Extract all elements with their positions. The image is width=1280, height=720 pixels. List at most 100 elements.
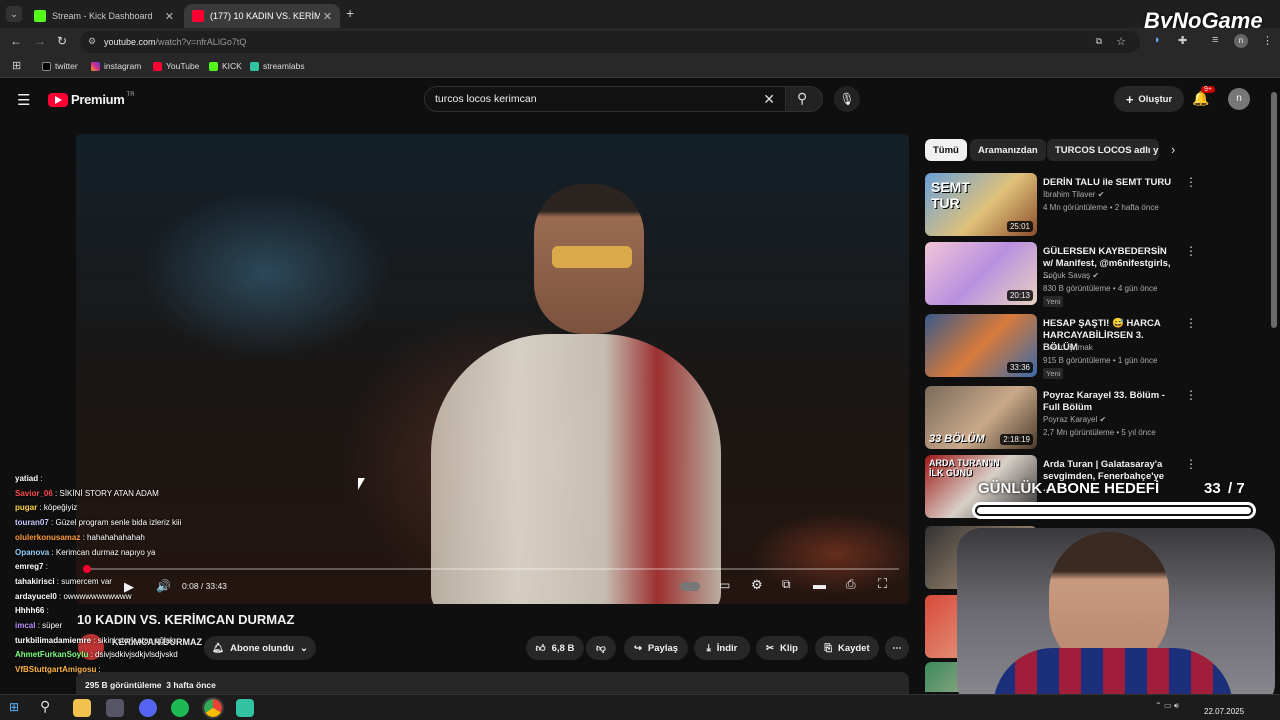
subtitles-icon[interactable]: ▭ (719, 578, 730, 592)
more-actions-button[interactable]: ⋯ (885, 636, 909, 660)
site-info-icon[interactable]: ⚙ (88, 36, 96, 47)
new-badge: Yeni (1043, 368, 1064, 379)
chrome-icon[interactable] (202, 697, 224, 719)
back-icon[interactable]: ← (10, 34, 22, 48)
player-progress-track[interactable] (86, 568, 899, 570)
channel-name[interactable]: İbrahim Tilaver ✔ (1043, 190, 1104, 199)
close-tab-icon[interactable]: ✕ (323, 10, 332, 23)
tab-search-icon[interactable]: ⌄ (6, 6, 22, 22)
search-button[interactable]: ⚲ (785, 86, 823, 112)
list-item[interactable]: 33:36 HESAP ŞAŞTI! 😅 HARCA HARCAYABİLİRS… (925, 314, 1197, 379)
miniplayer-icon[interactable]: ⧉ (782, 577, 791, 592)
menu-kebab-icon[interactable]: ⋮ (1262, 34, 1273, 47)
bookmark-star-icon[interactable]: ☆ (1116, 35, 1126, 48)
search-icon[interactable]: ⚲ (40, 698, 50, 715)
clip-button[interactable]: ✂ Klip (756, 636, 808, 660)
subscribe-button[interactable]: 🔔︎ Abone olundu ⌄ (204, 636, 316, 660)
app-icon[interactable] (106, 699, 124, 717)
description-box[interactable]: 295 B görüntüleme 3 hafta önce (76, 672, 909, 694)
reading-list-icon[interactable]: ≡ (1212, 34, 1218, 46)
chip-turcos-locos[interactable]: TURCOS LOCOS adlı yük (1047, 139, 1159, 161)
channel-name[interactable]: Orkun Işıtmak (1043, 343, 1093, 352)
tab-youtube-video[interactable]: (177) 10 KADIN VS. KERİMCAN ✕ (184, 4, 340, 28)
notifications-button[interactable]: 🔔 9+ (1192, 86, 1215, 107)
theater-mode-icon[interactable]: ▬ (813, 577, 826, 592)
file-explorer-icon[interactable] (73, 699, 91, 717)
apps-grid-icon[interactable]: ⊞ (12, 59, 21, 72)
chip-from-search[interactable]: Aramanızdan (970, 139, 1046, 161)
browser-tab-bar: ⌄ Stream - Kick Dashboard ✕ (177) 10 KAD… (0, 0, 1280, 28)
voice-search-button[interactable]: 🎙 (834, 86, 860, 112)
youtube-premium-logo[interactable]: Premium TR (48, 92, 135, 107)
bookmark-kick[interactable]: KICK (209, 61, 242, 71)
url-host: youtube.com (104, 37, 156, 47)
chat-message: ardayucel0 : owwwwwwwwwww (15, 592, 131, 601)
player-scrubber[interactable] (83, 565, 91, 573)
video-player[interactable]: ▶ 🔊 0:08 / 33:43 ▭ ⚙ ⧉ ▬ ⎙ ⛶ (76, 134, 909, 604)
more-vert-icon[interactable]: ⋮ (1185, 316, 1197, 330)
spotify-icon[interactable] (171, 699, 189, 717)
bookmark-instagram[interactable]: instagram (91, 61, 141, 71)
dislike-button[interactable]: 👎︎ (586, 636, 616, 660)
tab-kick-dashboard[interactable]: Stream - Kick Dashboard ✕ (26, 4, 182, 28)
like-button[interactable]: 👍︎ 6,8 B (526, 636, 584, 660)
autoplay-toggle[interactable] (680, 582, 700, 591)
more-vert-icon[interactable]: ⋮ (1185, 244, 1197, 258)
video-thumbnail[interactable]: 33 BÖLÜM 2:18:19 (925, 386, 1037, 449)
share-button[interactable]: ↪ Paylaş (624, 636, 688, 660)
volume-icon[interactable]: 🔊 (156, 579, 171, 593)
chat-username: turkbilimadamiemre (15, 635, 92, 645)
close-tab-icon[interactable]: ✕ (165, 10, 174, 23)
page-scrollbar[interactable] (1271, 92, 1277, 328)
address-bar[interactable]: ⚙ youtube.com /watch?v=nfrALlGo7tQ ⧉ ☆ (80, 31, 1140, 53)
video-thumbnail[interactable]: 20:13 (925, 242, 1037, 305)
channel-name[interactable]: Poyraz Karayel ✔ (1043, 415, 1106, 424)
chat-username: Savior_06 (15, 488, 53, 498)
bookmark-streamlabs[interactable]: streamlabs (250, 61, 305, 71)
forward-icon[interactable]: → (34, 34, 46, 48)
hamburger-menu-icon[interactable]: ☰ (17, 91, 30, 109)
video-title[interactable]: Poyraz Karayel 33. Bölüm - Full Bölüm (1043, 390, 1173, 414)
clear-search-icon[interactable]: ✕ (763, 91, 775, 108)
download-button[interactable]: ⤓ İndir (694, 636, 750, 660)
windows-start-icon[interactable]: ⊞ (9, 700, 19, 714)
more-vert-icon[interactable]: ⋮ (1185, 388, 1197, 402)
goal-label: GÜNLÜK ABONE HEDEFİ (978, 480, 1160, 497)
bookmark-youtube[interactable]: YouTube (153, 61, 199, 71)
video-thumbnail[interactable]: 33:36 (925, 314, 1037, 377)
chevron-right-icon[interactable]: › (1171, 142, 1175, 157)
like-count: 6,8 B (551, 642, 575, 654)
channel-name[interactable]: Soğuk Savaş ✔ (1043, 271, 1099, 280)
streamlabs-icon[interactable] (236, 699, 254, 717)
x-logo-icon (42, 61, 51, 71)
discord-icon[interactable] (139, 699, 157, 717)
account-avatar[interactable]: n (1228, 88, 1250, 110)
profile-avatar[interactable]: n (1234, 34, 1248, 48)
chat-message: Hhhh66 : (15, 606, 49, 615)
save-button[interactable]: ⎘ Kaydet (815, 636, 879, 660)
search-input[interactable]: turcos locos kerimcan ✕ (424, 86, 786, 112)
puzzle-extensions-icon[interactable]: ✚ (1178, 34, 1187, 47)
more-vert-icon[interactable]: ⋮ (1185, 175, 1197, 189)
bookmark-twitter[interactable]: twitter (42, 61, 78, 71)
create-button[interactable]: + Oluştur (1114, 86, 1184, 112)
chip-all[interactable]: Tümü (925, 139, 967, 161)
reload-icon[interactable]: ↻ (57, 34, 67, 48)
goal-target: / 7 (1228, 480, 1245, 497)
list-item[interactable]: SEMT TUR 25:01 DERİN TALU ile SEMT TURU İ… (925, 173, 1197, 237)
extension-icon[interactable]: ◗ (1154, 34, 1161, 46)
more-vert-icon[interactable]: ⋮ (1185, 457, 1197, 471)
tray-icons[interactable]: ⌃ ▭ 🔊︎ (1155, 701, 1179, 711)
fullscreen-icon[interactable]: ⛶ (878, 576, 887, 592)
video-thumbnail[interactable]: SEMT TUR 25:01 (925, 173, 1037, 236)
share-label: Paylaş (647, 642, 679, 654)
list-item[interactable]: 20:13 GÜLERSEN KAYBEDERSİN w/ Manifest, … (925, 242, 1197, 307)
video-title[interactable]: DERİN TALU ile SEMT TURU (1043, 177, 1173, 189)
install-app-icon[interactable]: ⧉ (1096, 36, 1102, 47)
verified-icon: ✔ (1092, 271, 1100, 280)
list-item[interactable]: 33 BÖLÜM 2:18:19 Poyraz Karayel 33. Bölü… (925, 386, 1197, 450)
new-tab-icon[interactable]: + (346, 5, 354, 21)
cast-icon[interactable]: ⎙ (846, 577, 856, 592)
video-frame-sunglasses (552, 246, 632, 268)
settings-gear-icon[interactable]: ⚙ (751, 577, 763, 593)
